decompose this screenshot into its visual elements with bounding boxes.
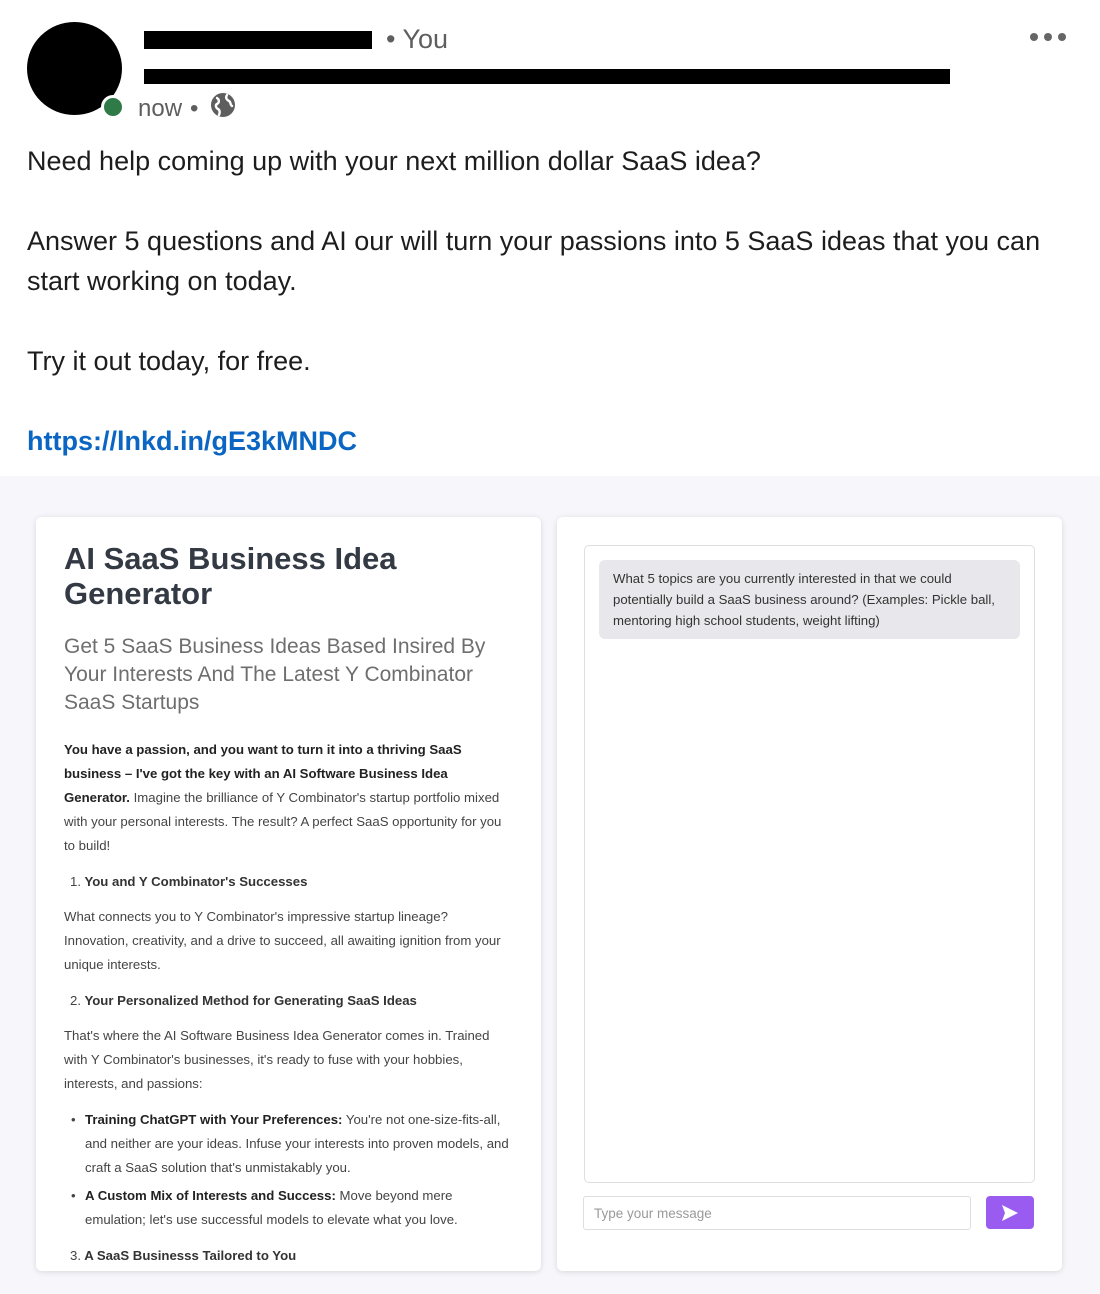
more-options-button[interactable] [1022, 26, 1074, 48]
meta-separator: • [190, 94, 199, 122]
section-heading: 3. A SaaS Businesss Tailored to You [70, 1244, 513, 1268]
post-preview-image[interactable]: AI SaaS Business Idea Generator Get 5 Sa… [0, 476, 1100, 1294]
chat-messages-area[interactable]: What 5 topics are you currently interest… [584, 545, 1035, 1183]
post-link-line: https://lnkd.in/gE3kMNDC [27, 421, 1077, 461]
chat-card: What 5 topics are you currently interest… [557, 517, 1062, 1271]
intro-paragraph: You have a passion, and you want to turn… [64, 738, 513, 858]
redacted-author-headline [144, 69, 950, 84]
section-number: 3. [70, 1248, 81, 1263]
bot-message: What 5 topics are you currently interest… [599, 560, 1020, 639]
more-dot [1058, 33, 1066, 41]
section-title: A SaaS Businesss Tailored to You [84, 1248, 297, 1263]
app-title: AI SaaS Business Idea Generator [64, 541, 397, 611]
section-title: You and Y Combinator's Successes [84, 874, 308, 889]
bullet-item: Training ChatGPT with Your Preferences: … [64, 1108, 513, 1180]
message-input[interactable] [583, 1196, 971, 1230]
post-paragraph: Try it out today, for free. [27, 346, 311, 376]
more-dot [1044, 33, 1052, 41]
send-button[interactable] [986, 1196, 1034, 1229]
section-title: Your Personalized Method for Generating … [84, 993, 417, 1008]
landing-page-card: AI SaaS Business Idea Generator Get 5 Sa… [36, 517, 541, 1271]
section-number: 1. [70, 874, 81, 889]
online-status-dot [101, 95, 125, 119]
you-label: • You [386, 24, 449, 54]
section-heading: 1. You and Y Combinator's Successes [70, 870, 513, 894]
post-paragraph: Answer 5 questions and AI our will turn … [27, 226, 1041, 296]
bullet-item: A Custom Mix of Interests and Success: M… [64, 1184, 513, 1232]
section-text: What connects you to Y Combinator's impr… [64, 909, 501, 972]
post-time: now [138, 94, 183, 122]
bullet-bold: A Custom Mix of Interests and Success: [85, 1188, 336, 1203]
post-meta: now • [138, 92, 236, 125]
app-subtitle: Get 5 SaaS Business Ideas Based Insired … [64, 635, 486, 714]
send-icon [1002, 1204, 1018, 1221]
section-number: 2. [70, 993, 81, 1008]
landing-body: You have a passion, and you want to turn… [64, 738, 513, 1268]
section-text: That's where the AI Software Business Id… [64, 1028, 490, 1091]
post-link[interactable]: https://lnkd.in/gE3kMNDC [27, 426, 357, 456]
post-paragraph: Need help coming up with your next milli… [27, 146, 761, 176]
post-body: Need help coming up with your next milli… [27, 141, 1077, 461]
section-heading: 2. Your Personalized Method for Generati… [70, 989, 513, 1013]
redacted-author-name[interactable] [144, 31, 372, 49]
intro-rest: Imagine the brilliance of Y Combinator's… [64, 790, 502, 853]
globe-icon [210, 92, 236, 125]
more-horizontal-icon [1030, 33, 1038, 41]
bullet-bold: Training ChatGPT with Your Preferences: [85, 1112, 343, 1127]
